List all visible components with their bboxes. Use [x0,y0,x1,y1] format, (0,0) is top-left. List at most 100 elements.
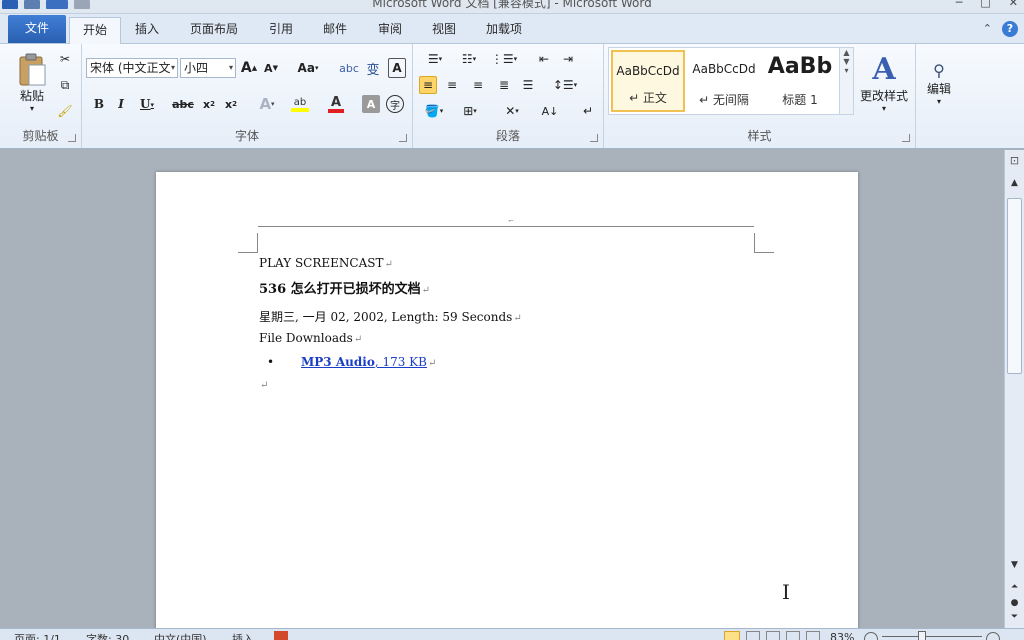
distributed-icon[interactable]: ☰ [519,76,537,94]
status-bar: 页面: 1/1 字数: 30 中文(中国) 插入 83% [0,628,1024,640]
style-gallery-scroll[interactable]: ▲ ▼ ▾ [839,48,853,114]
style-normal[interactable]: AaBbCcDd ↵ 正文 [611,50,685,112]
status-language[interactable]: 中文(中国) [154,631,207,640]
format-painter-icon[interactable]: 🖌 [56,102,74,120]
status-words[interactable]: 字数: 30 [86,631,129,640]
zoom-slider[interactable] [882,636,982,637]
full-screen-reading-icon[interactable] [746,631,760,640]
sort-icon[interactable]: A↓ [541,102,559,120]
tab-references[interactable]: 引用 [256,17,306,44]
tab-file[interactable]: 文件 [8,15,66,43]
change-styles-button[interactable]: A 更改样式 ▾ [856,46,912,120]
increase-indent-icon[interactable]: ⇥ [559,50,577,68]
numbering-icon[interactable]: ☷ ▾ [455,50,483,68]
paragraph-mark: ↵ [384,259,393,270]
strikethrough-icon[interactable]: abc [172,95,194,113]
styles-launcher-icon[interactable] [902,134,910,142]
character-shading-icon[interactable]: A [362,95,380,113]
minimize-ribbon-icon[interactable]: ⌃ [983,21,992,37]
zoom-in-icon[interactable] [986,632,1000,640]
bold-icon[interactable]: B [90,95,108,113]
editing-group: ⚲ 编辑 ▾ [916,44,962,148]
zoom-level[interactable]: 83% [830,631,854,640]
mp3-audio-link[interactable]: MP3 Audio, 173 KB [301,355,427,369]
italic-icon[interactable]: I [112,95,130,113]
font-size-combo[interactable]: 小四 ▾ [180,58,236,78]
style-normal-sample: AaBbCcDd [616,64,680,78]
minimize-icon[interactable]: ─ [956,0,963,9]
tab-home[interactable]: 开始 [69,17,122,45]
scroll-up-icon[interactable]: ▲ [1007,178,1022,192]
clipboard-launcher-icon[interactable] [68,134,76,142]
help-icon[interactable]: ? [1002,21,1018,37]
bullets-icon[interactable]: ☰ ▾ [421,50,449,68]
character-border-icon[interactable]: A [388,58,406,78]
tab-bar-right: ⌃ ? [983,21,1018,37]
style-no-spacing-name: ↵ 无间隔 [699,93,749,107]
align-left-icon[interactable]: ≡ [419,76,437,94]
change-case-icon[interactable]: Aa ▾ [294,58,322,78]
cut-icon[interactable]: ✂ [56,50,74,68]
paste-button[interactable]: 粘贴 ▾ [14,48,50,118]
zoom-out-icon[interactable] [864,632,878,640]
zoom-slider-thumb[interactable] [918,631,926,640]
show-marks-icon[interactable]: ↵ [579,102,597,120]
tab-insert[interactable]: 插入 [122,17,172,44]
text-cursor-icon: I [782,580,790,604]
editing-button[interactable]: ⚲ 编辑 ▾ [920,48,958,118]
underline-icon[interactable]: U ▾ [134,95,160,113]
align-center-icon[interactable]: ≡ [443,76,461,94]
font-name-dropdown-icon[interactable]: ▾ [171,59,175,77]
phonetic-guide-icon[interactable]: abc [338,58,360,78]
multilevel-list-icon[interactable]: ⋮☰ ▾ [489,50,519,68]
outline-view-icon[interactable] [786,631,800,640]
ruler-toggle-icon[interactable]: ⊡ [1007,154,1022,174]
tab-view[interactable]: 视图 [419,17,469,44]
status-page[interactable]: 页面: 1/1 [14,631,61,640]
grow-font-icon[interactable]: A ▲ [240,58,258,78]
tab-addins[interactable]: 加载项 [473,17,535,44]
chinese-layout-icon[interactable]: ✕ ▾ [497,102,527,120]
style-no-spacing[interactable]: AaBbCcDd ↵ 无间隔 [687,50,761,112]
scroll-thumb[interactable] [1007,198,1022,374]
previous-page-icon[interactable]: ⏶ [1007,582,1022,596]
highlight-color-button[interactable]: ab [286,95,314,113]
document-page[interactable]: ⌐ PLAY SCREENCAST↵ 536 怎么打开已损坏的文档↵ 星期三, … [156,172,858,640]
style-heading-1[interactable]: AaBb 标题 1 [763,50,837,112]
line-spacing-icon[interactable]: ↕☰ ▾ [551,76,579,94]
close-icon[interactable]: ✕ [1009,0,1018,9]
font-name-combo[interactable]: 宋体 (中文正文 ▾ [86,58,178,78]
draft-view-icon[interactable] [806,631,820,640]
select-browse-object-icon[interactable]: ● [1007,598,1022,612]
text-effects-icon[interactable]: A ▾ [254,95,280,113]
tab-review[interactable]: 审阅 [365,17,415,44]
paste-dropdown-icon[interactable]: ▾ [30,104,34,113]
change-styles-label: 更改样式 [859,89,908,103]
shrink-font-icon[interactable]: A ▼ [262,58,280,78]
justify-icon[interactable]: ≣ [495,76,513,94]
next-page-icon[interactable]: ⏷ [1007,612,1022,626]
decrease-indent-icon[interactable]: ⇤ [535,50,553,68]
font-color-button[interactable]: A [322,95,350,113]
scroll-down-icon[interactable]: ▼ [1007,560,1022,574]
font-size-dropdown-icon[interactable]: ▾ [229,59,233,77]
status-insert-mode[interactable]: 插入 [232,631,254,640]
maximize-icon[interactable]: □ [980,0,990,9]
web-layout-icon[interactable] [766,631,780,640]
tab-mailings[interactable]: 邮件 [310,17,360,44]
character-border-wen-icon[interactable]: 变 [362,58,384,78]
copy-icon[interactable]: ⧉ [56,76,74,94]
vertical-scrollbar[interactable]: ⊡ ▲ ▼ ⏶ ● ⏷ [1004,150,1024,628]
borders-icon[interactable]: ⊞ ▾ [455,102,485,120]
paragraph-launcher-icon[interactable] [590,134,598,142]
shading-icon[interactable]: 🪣 ▾ [419,102,449,120]
align-right-icon[interactable]: ≡ [469,76,487,94]
subscript-icon[interactable]: x2 [200,95,218,113]
print-layout-view-icon[interactable] [724,631,740,640]
font-group: 宋体 (中文正文 ▾ 小四 ▾ A ▲ A ▼ Aa ▾ abc 变 A B I U ▾… [82,44,413,148]
superscript-icon[interactable]: x2 [222,95,240,113]
tab-page-layout[interactable]: 页面布局 [177,17,251,44]
macro-record-icon[interactable] [274,631,288,640]
font-launcher-icon[interactable] [399,134,407,142]
enclose-characters-icon[interactable]: 字 [386,95,404,113]
